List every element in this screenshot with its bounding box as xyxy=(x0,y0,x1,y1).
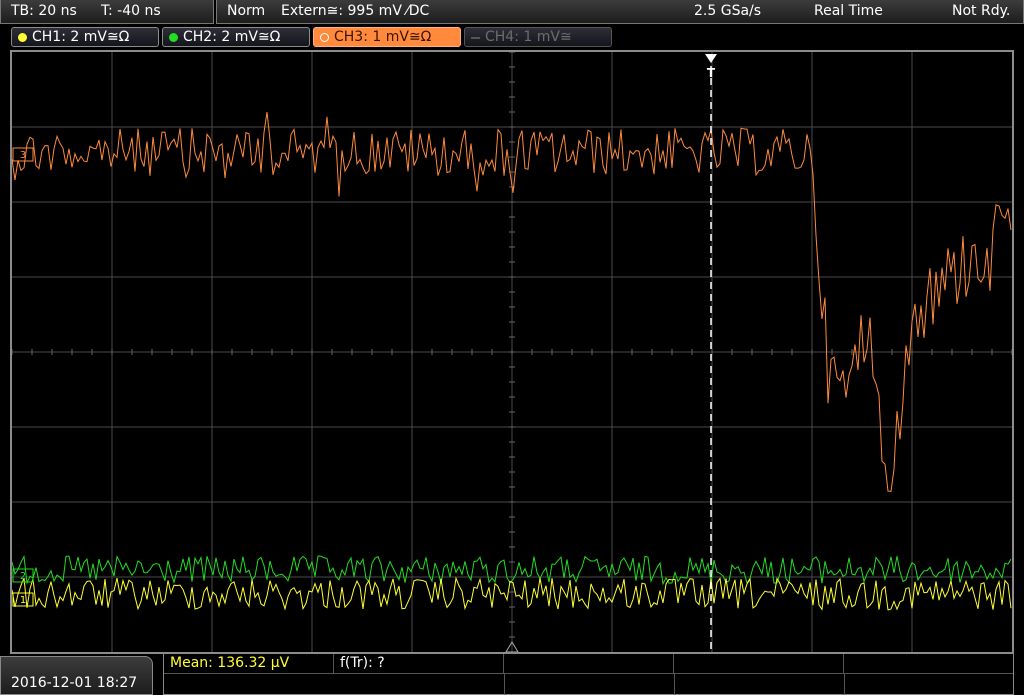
trigger-arrow-icon xyxy=(705,54,717,63)
sample-rate: 2.5 GSa/s xyxy=(694,3,762,19)
tab-ch4[interactable]: CH4: 1 mV≅ xyxy=(464,27,612,47)
bottom-bar: 2016-12-01 18:27 Mean: 136.32 µV f(Tr): … xyxy=(0,654,1024,695)
rise-frequency-measurement: f(Tr): ? xyxy=(340,655,385,671)
measurement-panel[interactable]: Mean: 136.32 µV f(Tr): ? xyxy=(163,654,1014,695)
ch3-ground-marker[interactable]: 3 xyxy=(12,147,34,162)
acquisition-mode: Real Time xyxy=(814,3,883,19)
measurement-cell-rise-freq[interactable]: f(Tr): ? xyxy=(334,654,504,674)
timebase-readout: TB: 20 ns xyxy=(11,3,77,19)
measurement-cell-empty[interactable] xyxy=(844,654,1013,674)
ch3-color-dot xyxy=(320,33,329,42)
tab-ch1[interactable]: CH1: 2 mV≅Ω xyxy=(11,27,159,47)
mean-measurement: Mean: 136.32 µV xyxy=(170,655,290,671)
datetime-panel: 2016-12-01 18:27 xyxy=(0,656,153,695)
tab-ch2[interactable]: CH2: 2 mV≅Ω xyxy=(162,27,310,47)
ch1-marker-label: 1 xyxy=(20,595,26,606)
measurement-divider xyxy=(674,674,675,695)
measurement-cell-mean[interactable]: Mean: 136.32 µV xyxy=(164,654,334,674)
tab-ch3[interactable]: CH3: 1 mV≅Ω xyxy=(313,27,461,47)
waveform-display[interactable]: T 3 2 1 xyxy=(10,50,1014,654)
trigger-time-readout: T: -40 ns xyxy=(101,3,161,19)
ch3-marker-label: 3 xyxy=(20,150,26,161)
tab-ch3-label: CH3: 1 mV≅Ω xyxy=(334,29,432,45)
ch2-marker-label: 2 xyxy=(20,571,26,582)
ch1-color-dot xyxy=(18,33,27,42)
tab-ch2-label: CH2: 2 mV≅Ω xyxy=(183,29,281,45)
ch4-disabled-icon xyxy=(471,37,480,39)
trigger-acquisition-panel[interactable]: Norm Extern≅: 995 mV ⁄DC 2.5 GSa/s Real … xyxy=(216,0,1024,24)
acquisition-status: Not Rdy. xyxy=(952,3,1011,19)
trigger-mode: Norm xyxy=(227,3,266,19)
status-bar: TB: 20 ns T: -40 ns Norm Extern≅: 995 mV… xyxy=(0,0,1024,24)
channel-tabs: CH1: 2 mV≅Ω CH2: 2 mV≅Ω CH3: 1 mV≅Ω CH4:… xyxy=(0,24,1024,48)
measurement-cell-empty[interactable] xyxy=(674,654,844,674)
trigger-source: Extern≅: 995 mV ⁄DC xyxy=(281,3,430,19)
datetime: 2016-12-01 18:27 xyxy=(11,675,138,691)
trigger-marker-label: T xyxy=(707,66,716,80)
trigger-position-marker[interactable]: T xyxy=(705,54,717,80)
tab-ch1-label: CH1: 2 mV≅Ω xyxy=(32,29,130,45)
tab-ch4-label: CH4: 1 mV≅ xyxy=(485,29,572,45)
measurement-cell-empty[interactable] xyxy=(504,654,674,674)
measurement-divider xyxy=(504,674,505,695)
measurement-divider xyxy=(844,674,845,695)
timebase-panel[interactable]: TB: 20 ns T: -40 ns xyxy=(0,0,214,24)
ch2-color-dot xyxy=(169,33,178,42)
